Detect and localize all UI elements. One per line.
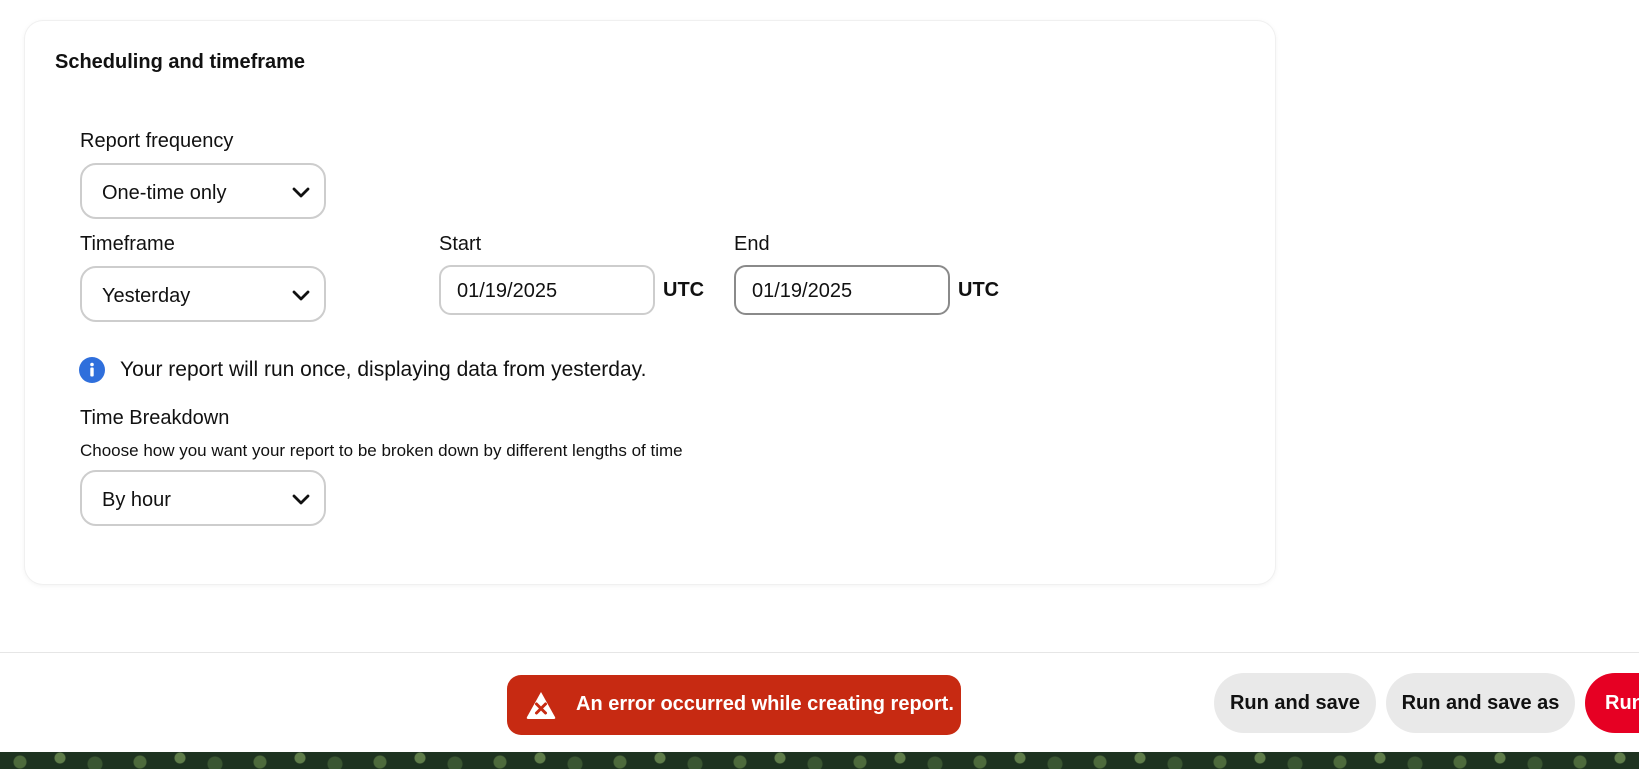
- error-toast-message: An error occurred while creating report.: [576, 693, 954, 715]
- run-button[interactable]: Run: [1585, 673, 1639, 733]
- start-date-input[interactable]: 01/19/2025: [439, 265, 655, 315]
- end-date-value: 01/19/2025: [752, 280, 853, 302]
- info-message: Your report will run once, displaying da…: [120, 358, 647, 381]
- report-frequency-select[interactable]: One-time only: [80, 163, 326, 219]
- end-date-input[interactable]: 01/19/2025: [734, 265, 950, 315]
- timeframe-select[interactable]: Yesterday: [80, 266, 326, 322]
- start-label: Start: [439, 233, 482, 255]
- report-frequency-value: One-time only: [102, 182, 227, 204]
- timeframe-value: Yesterday: [102, 285, 191, 307]
- run-and-save-as-button[interactable]: Run and save as: [1386, 673, 1575, 733]
- info-icon: [79, 357, 105, 383]
- end-label: End: [734, 233, 770, 255]
- report-frequency-label: Report frequency: [80, 130, 234, 152]
- time-breakdown-select[interactable]: By hour: [80, 470, 326, 526]
- start-date-value: 01/19/2025: [457, 280, 558, 302]
- time-breakdown-label: Time Breakdown: [80, 407, 230, 429]
- chevron-down-icon: [292, 187, 310, 198]
- timeframe-label: Timeframe: [80, 233, 175, 255]
- chevron-down-icon: [292, 290, 310, 301]
- time-breakdown-value: By hour: [102, 489, 171, 511]
- error-warning-icon: [526, 692, 556, 719]
- run-and-save-button[interactable]: Run and save: [1214, 673, 1376, 733]
- section-title: Scheduling and timeframe: [55, 51, 306, 73]
- error-toast: An error occurred while creating report.: [507, 675, 961, 735]
- background-photo: [0, 752, 1639, 769]
- scheduling-card: Scheduling and timeframe Report frequenc…: [25, 21, 1275, 584]
- footer-divider: [0, 652, 1639, 653]
- time-breakdown-hint: Choose how you want your report to be br…: [80, 441, 683, 460]
- chevron-down-icon: [292, 494, 310, 505]
- end-timezone: UTC: [958, 279, 1000, 301]
- start-timezone: UTC: [663, 279, 705, 301]
